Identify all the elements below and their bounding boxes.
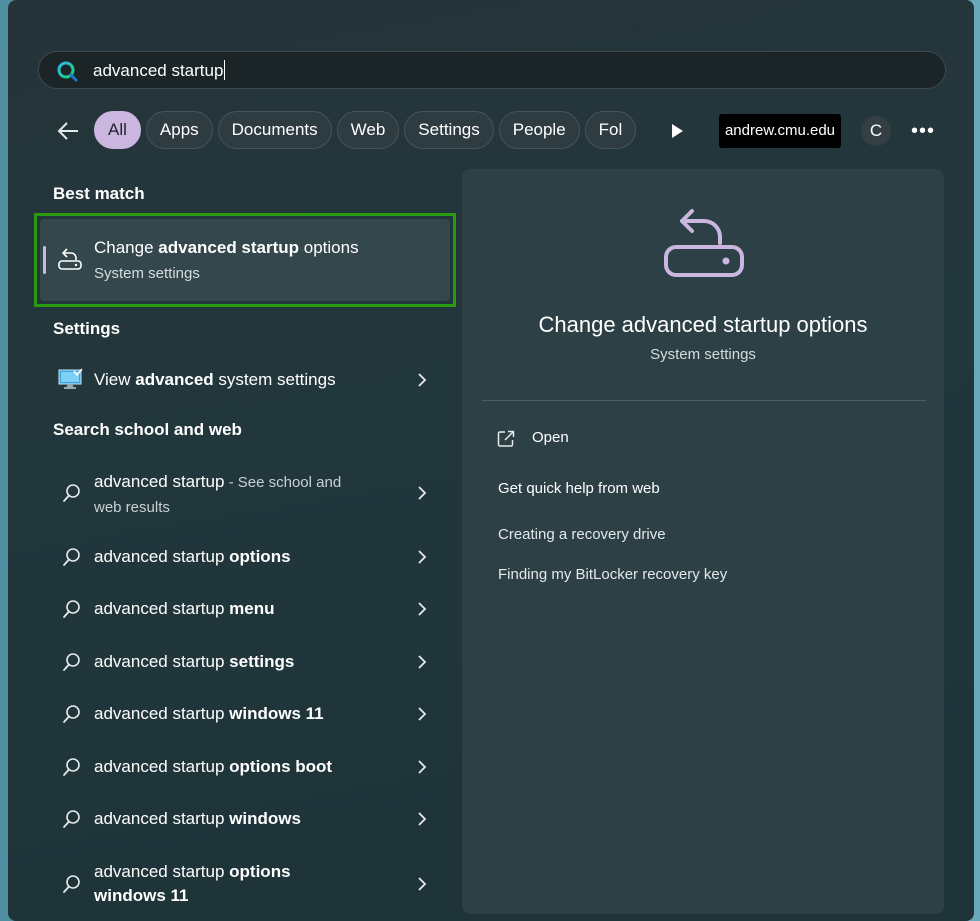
chevron-right-icon (416, 706, 428, 722)
text-caret (224, 60, 226, 80)
web-result-plain: advanced startup (94, 704, 230, 723)
best-match-title-bold: advanced startup (158, 238, 300, 257)
quick-help-heading: Get quick help from web (498, 480, 660, 497)
filter-chip-documents[interactable]: Documents (217, 111, 332, 149)
best-match-title: Change advanced startup options (94, 238, 359, 258)
detail-subtitle: System settings (650, 346, 756, 363)
web-result-plain: advanced startup (94, 652, 230, 671)
filter-chip-web[interactable]: Web (336, 111, 400, 149)
web-result-item[interactable]: advanced startup windows 11 (48, 700, 448, 728)
result-detail-panel: Change advanced startup options System s… (462, 169, 944, 914)
chevron-right-icon (416, 876, 428, 892)
chevron-right-icon (416, 485, 428, 501)
search-input[interactable]: advanced startup (93, 60, 226, 81)
help-link-bitlocker-key[interactable]: Finding my BitLocker recovery key (498, 566, 727, 583)
filter-chip-folders[interactable]: Fol (584, 111, 637, 149)
web-result-item[interactable]: advanced startup windows (48, 805, 448, 833)
best-match-result[interactable]: Change advanced startup options System s… (40, 219, 450, 301)
web-result-bold: options (229, 547, 291, 566)
filter-chip-people[interactable]: People (498, 111, 580, 149)
web-result-plain: advanced startup (94, 809, 230, 828)
search-icon (62, 483, 82, 503)
search-icon (62, 599, 82, 619)
web-result-item[interactable]: advanced startup settings (48, 648, 448, 676)
help-link-recovery-drive[interactable]: Creating a recovery drive (498, 526, 666, 543)
open-external-icon (496, 429, 516, 449)
chevron-right-icon (416, 601, 428, 617)
search-icon (62, 809, 82, 829)
filter-chip-settings[interactable]: Settings (404, 111, 494, 149)
recovery-startup-icon (56, 245, 84, 273)
chevron-right-icon (416, 549, 428, 565)
settings-label-post: system settings (213, 370, 336, 389)
best-match-subtitle: System settings (94, 265, 200, 282)
web-result-label: advanced startup windows 11 (94, 702, 394, 726)
start-search-window: advanced startup All Apps Documents Web Sett… (8, 0, 974, 921)
chevron-right-icon (416, 759, 428, 775)
web-result-label: advanced startup options (94, 545, 394, 569)
web-result-plain: advanced startup (94, 862, 230, 881)
best-match-title-pre: Change (94, 238, 159, 257)
web-result-item[interactable]: advanced startup options (48, 543, 448, 571)
web-result-label: advanced startup options boot (94, 755, 394, 779)
chevron-right-icon (416, 372, 428, 388)
back-arrow-icon[interactable] (55, 118, 81, 144)
detail-title: Change advanced startup options (538, 312, 868, 337)
search-icon (62, 652, 82, 672)
filter-chip-bar: All Apps Documents Web Settings People Fol (94, 111, 642, 151)
search-query: advanced startup (93, 61, 224, 80)
web-result-label: advanced startup windows (94, 807, 394, 831)
search-icon (62, 704, 82, 724)
web-result-item[interactable]: advanced startup options windows 11 (48, 858, 448, 910)
settings-result-label: View advanced system settings (94, 368, 394, 392)
web-result-label: advanced startup options windows 11 (94, 860, 324, 908)
best-match-heading: Best match (53, 184, 145, 203)
web-result-plain: advanced startup (94, 547, 230, 566)
best-match-title-post: options (299, 238, 359, 257)
web-result-item[interactable]: advanced startup options boot (48, 753, 448, 781)
recovery-startup-icon (662, 207, 746, 281)
chevron-right-icon (416, 654, 428, 670)
web-result-label: advanced startup - See school and web re… (94, 470, 364, 520)
search-icon (56, 60, 78, 82)
avatar[interactable]: C (861, 116, 891, 146)
web-result-bold: settings (229, 652, 295, 671)
web-result-query: advanced startup (94, 472, 225, 491)
more-options-icon[interactable]: ••• (911, 118, 935, 144)
filter-chip-all[interactable]: All (94, 111, 141, 149)
web-result-item[interactable]: advanced startup menu (48, 595, 448, 623)
search-icon (62, 757, 82, 777)
web-result-bold: options boot (229, 757, 333, 776)
web-result-plain: advanced startup (94, 757, 230, 776)
search-icon (62, 874, 82, 894)
settings-label-pre: View (94, 370, 136, 389)
more-filters-play-icon[interactable] (668, 121, 686, 141)
web-result-label: advanced startup menu (94, 597, 394, 621)
web-result-see-school-and-web[interactable]: advanced startup - See school and web re… (48, 468, 448, 520)
settings-label-bold: advanced (135, 370, 214, 389)
system-properties-icon (58, 368, 84, 390)
search-web-heading: Search school and web (53, 420, 242, 439)
search-box[interactable]: advanced startup (38, 51, 946, 89)
divider (482, 400, 926, 401)
web-result-bold: menu (229, 599, 275, 618)
web-result-bold: windows (229, 809, 301, 828)
open-label: Open (532, 429, 569, 446)
selection-accent (43, 246, 46, 274)
search-icon (62, 547, 82, 567)
settings-heading: Settings (53, 319, 121, 338)
filter-chip-apps[interactable]: Apps (145, 111, 213, 149)
web-result-bold: windows 11 (229, 704, 324, 723)
settings-result-view-advanced[interactable]: View advanced system settings (48, 364, 448, 396)
account-badge[interactable]: andrew.cmu.edu (719, 114, 841, 148)
web-result-label: advanced startup settings (94, 650, 394, 674)
chevron-right-icon (416, 811, 428, 827)
web-result-plain: advanced startup (94, 599, 230, 618)
